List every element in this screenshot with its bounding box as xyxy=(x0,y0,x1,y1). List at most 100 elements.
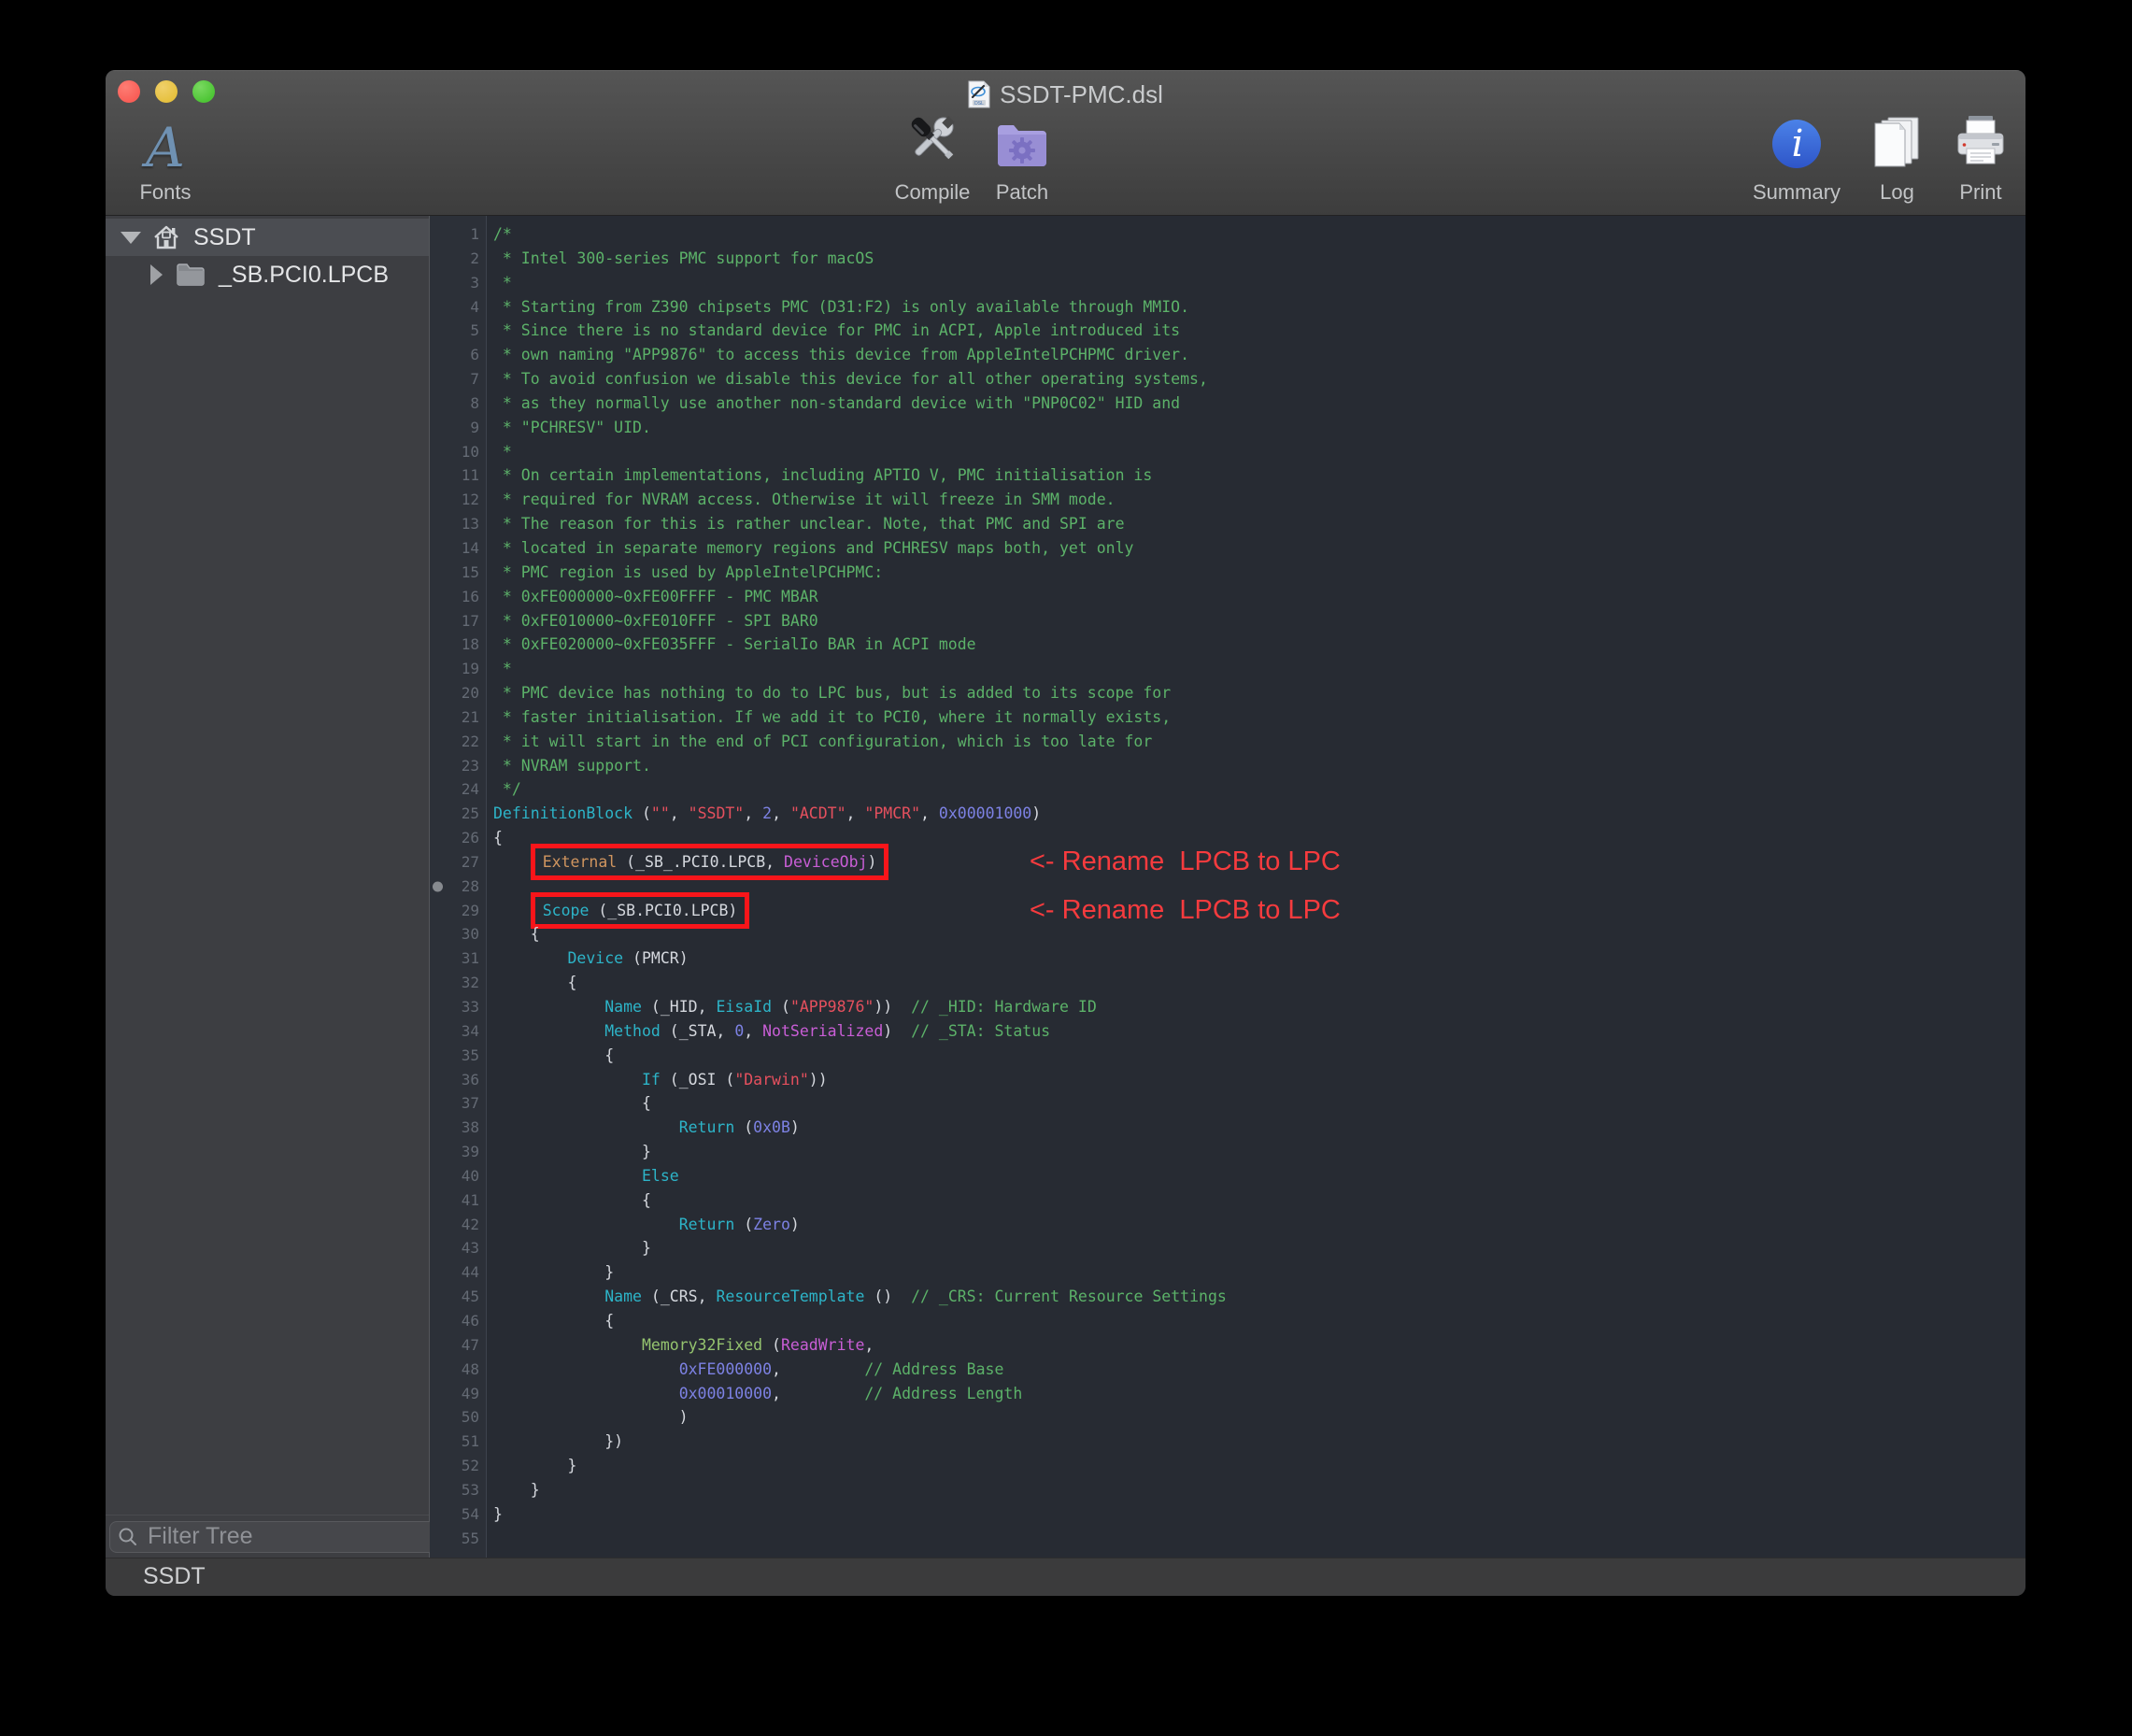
code-line-27: External (_SB_.PCI0.LPCB, DeviceObj)<- R… xyxy=(493,850,2025,875)
code-editor[interactable]: 1234567891011121314151617181920212223242… xyxy=(430,216,2025,1558)
line-number: 3 xyxy=(430,271,486,295)
line-marker-dot xyxy=(433,881,443,891)
window-title: DSL SSDT-PMC.dsl xyxy=(106,78,2025,111)
line-number: 47 xyxy=(430,1333,486,1358)
code-line-50: ) xyxy=(493,1405,2025,1430)
line-number: 2 xyxy=(430,247,486,271)
code-line-37: { xyxy=(493,1091,2025,1116)
fonts-button[interactable]: A Fonts xyxy=(119,115,212,203)
line-number: 50 xyxy=(430,1405,486,1430)
line-number: 43 xyxy=(430,1236,486,1260)
patch-button[interactable]: Patch xyxy=(979,115,1065,203)
line-number: 46 xyxy=(430,1309,486,1333)
log-button[interactable]: Log xyxy=(1853,115,1941,203)
compile-icon xyxy=(903,110,962,175)
toolbar-right-group: i Summary xyxy=(1741,115,2020,203)
code-line-2: * Intel 300-series PMC support for macOS xyxy=(493,247,2025,271)
code-line-46: { xyxy=(493,1309,2025,1333)
line-number: 55 xyxy=(430,1527,486,1551)
code-line-10: * xyxy=(493,440,2025,464)
line-number: 4 xyxy=(430,295,486,320)
code-line-41: { xyxy=(493,1188,2025,1213)
code-line-6: * own naming "APP9876" to access this de… xyxy=(493,343,2025,367)
code-line-17: * 0xFE010000~0xFE010FFF - SPI BAR0 xyxy=(493,609,2025,633)
line-number-gutter: 1234567891011121314151617181920212223242… xyxy=(430,216,487,1558)
code-line-54: } xyxy=(493,1502,2025,1527)
line-number: 25 xyxy=(430,802,486,826)
line-number: 48 xyxy=(430,1358,486,1382)
log-icon xyxy=(1869,114,1926,175)
filter-box[interactable] xyxy=(109,1521,459,1553)
code-line-34: Method (_STA, 0, NotSerialized) // _STA:… xyxy=(493,1019,2025,1044)
line-number: 19 xyxy=(430,657,486,681)
code-area[interactable]: /* * Intel 300-series PMC support for ma… xyxy=(487,216,2025,1558)
code-line-14: * located in separate memory regions and… xyxy=(493,536,2025,561)
line-number: 17 xyxy=(430,609,486,633)
code-line-29: Scope (_SB.PCI0.LPCB)<- Rename LPCB to L… xyxy=(493,899,2025,923)
disclosure-open-icon[interactable] xyxy=(121,232,141,244)
svg-text:DSL: DSL xyxy=(974,101,984,107)
code-line-22: * it will start in the end of PCI config… xyxy=(493,730,2025,754)
tree-item-label: _SB.PCI0.LPCB xyxy=(219,262,389,289)
line-number: 8 xyxy=(430,391,486,416)
line-number: 11 xyxy=(430,463,486,488)
search-icon xyxy=(118,1527,138,1547)
line-number: 15 xyxy=(430,561,486,585)
line-number: 45 xyxy=(430,1285,486,1309)
home-icon xyxy=(152,224,180,250)
line-number: 31 xyxy=(430,946,486,971)
line-number: 20 xyxy=(430,681,486,705)
line-number: 10 xyxy=(430,440,486,464)
code-line-30: { xyxy=(493,922,2025,946)
code-line-15: * PMC region is used by AppleIntelPCHPMC… xyxy=(493,561,2025,585)
code-line-35: { xyxy=(493,1044,2025,1068)
code-line-9: * "PCHRESV" UID. xyxy=(493,416,2025,440)
print-icon xyxy=(1953,114,2009,175)
line-number: 26 xyxy=(430,826,486,850)
code-line-42: Return (Zero) xyxy=(493,1213,2025,1237)
summary-button[interactable]: i Summary xyxy=(1741,115,1853,203)
line-number: 27 xyxy=(430,850,486,875)
filter-tree-input[interactable] xyxy=(146,1522,450,1551)
code-line-32: { xyxy=(493,971,2025,995)
disclosure-closed-icon[interactable] xyxy=(150,264,163,285)
code-line-47: Memory32Fixed (ReadWrite, xyxy=(493,1333,2025,1358)
line-number: 22 xyxy=(430,730,486,754)
fonts-icon: A xyxy=(146,121,185,175)
log-label: Log xyxy=(1880,182,1914,203)
line-number: 36 xyxy=(430,1068,486,1092)
patch-label: Patch xyxy=(996,182,1048,203)
window-header: DSL SSDT-PMC.dsl A Fonts xyxy=(106,70,2025,216)
line-number: 7 xyxy=(430,367,486,391)
acpi-tree: SSDT _SB.PCI0.LPCB xyxy=(106,216,429,1515)
line-number: 24 xyxy=(430,777,486,802)
code-line-36: If (_OSI ("Darwin")) xyxy=(493,1068,2025,1092)
compile-button[interactable]: Compile xyxy=(886,115,979,203)
code-line-40: Else xyxy=(493,1164,2025,1188)
tree-item-ssdt[interactable]: SSDT xyxy=(106,219,429,256)
line-number: 34 xyxy=(430,1019,486,1044)
tree-item--sb-pci0-lpcb[interactable]: _SB.PCI0.LPCB xyxy=(106,256,429,293)
code-line-44: } xyxy=(493,1260,2025,1285)
line-number: 41 xyxy=(430,1188,486,1213)
print-button[interactable]: Print xyxy=(1941,115,2020,203)
line-number: 44 xyxy=(430,1260,486,1285)
code-line-8: * as they normally use another non-stand… xyxy=(493,391,2025,416)
line-number: 13 xyxy=(430,512,486,536)
code-line-23: * NVRAM support. xyxy=(493,754,2025,778)
line-number: 12 xyxy=(430,488,486,512)
line-number: 23 xyxy=(430,754,486,778)
line-number: 18 xyxy=(430,633,486,657)
code-line-25: DefinitionBlock ("", "SSDT", 2, "ACDT", … xyxy=(493,802,2025,826)
code-line-45: Name (_CRS, ResourceTemplate () // _CRS:… xyxy=(493,1285,2025,1309)
line-number: 6 xyxy=(430,343,486,367)
code-line-19: * xyxy=(493,657,2025,681)
line-number: 38 xyxy=(430,1116,486,1140)
code-line-7: * To avoid confusion we disable this dev… xyxy=(493,367,2025,391)
app-window: DSL SSDT-PMC.dsl A Fonts xyxy=(106,70,2025,1596)
code-line-38: Return (0x0B) xyxy=(493,1116,2025,1140)
status-bar: SSDT xyxy=(106,1558,2025,1596)
line-number: 5 xyxy=(430,319,486,343)
patch-icon xyxy=(993,118,1051,175)
line-number: 37 xyxy=(430,1091,486,1116)
